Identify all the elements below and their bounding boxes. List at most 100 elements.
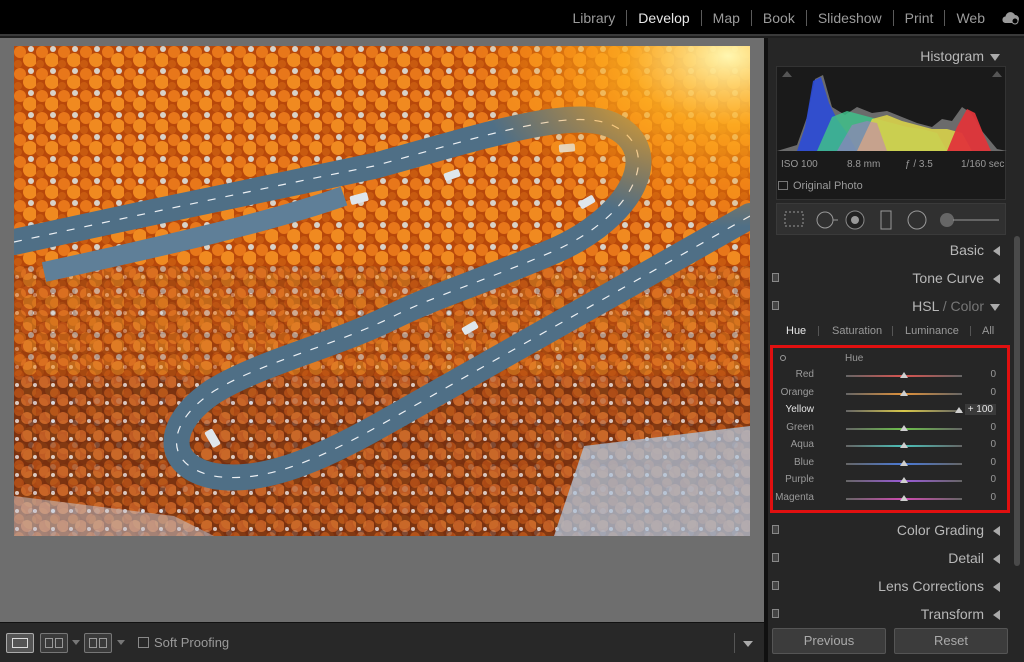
slider-value[interactable]: 0 — [990, 492, 996, 503]
slider-aqua[interactable]: Aqua 0 — [772, 437, 1002, 453]
slider-green[interactable]: Green 0 — [772, 420, 1002, 436]
slider-thumb[interactable] — [900, 494, 908, 501]
slider-label: Aqua — [790, 439, 814, 450]
original-photo-checkbox[interactable] — [778, 181, 788, 190]
slider-value[interactable]: 0 — [990, 387, 996, 398]
transform-panel-header[interactable]: Transform — [768, 600, 1014, 628]
module-map[interactable]: Map — [700, 10, 751, 26]
bottom-toolbar: Soft Proofing — [0, 622, 764, 662]
tab-divider — [892, 326, 893, 336]
tab-hue[interactable]: Hue — [786, 325, 806, 337]
slider-track[interactable] — [846, 442, 962, 448]
slider-track[interactable] — [846, 372, 962, 378]
basic-panel-header[interactable]: Basic — [768, 236, 1014, 264]
graduated-filter-icon[interactable] — [880, 210, 892, 230]
tab-divider — [970, 326, 971, 336]
lens-corrections-label: Lens Corrections — [878, 578, 984, 594]
panel-switch-icon[interactable] — [772, 525, 779, 534]
slider-track[interactable] — [846, 459, 962, 466]
slider-thumb[interactable] — [900, 442, 908, 448]
histogram-graph — [777, 71, 1007, 151]
adjustment-brush-icon[interactable] — [940, 213, 999, 227]
lens-corrections-panel-header[interactable]: Lens Corrections — [768, 572, 1014, 600]
hue-section-title: Hue — [845, 353, 864, 364]
red-eye-icon[interactable] — [845, 210, 865, 230]
expand-icon — [993, 610, 1000, 620]
detail-panel-header[interactable]: Detail — [768, 544, 1014, 572]
panel-scrollbar[interactable] — [1014, 236, 1020, 566]
slider-thumb[interactable] — [900, 477, 908, 483]
slider-orange[interactable]: Orange 0 — [772, 385, 1002, 401]
panel-switch-icon[interactable] — [772, 273, 779, 282]
panel-switch-icon[interactable] — [772, 553, 779, 562]
module-print[interactable]: Print — [892, 10, 945, 26]
slider-label: Green — [786, 421, 814, 433]
module-book[interactable]: Book — [750, 10, 806, 26]
slider-label: Magenta — [775, 491, 814, 503]
slider-blue[interactable]: Blue 0 — [772, 455, 1002, 471]
slider-value[interactable]: 0 — [990, 457, 996, 468]
module-slideshow[interactable]: Slideshow — [805, 10, 893, 26]
slider-track[interactable] — [846, 494, 962, 501]
module-web[interactable]: Web — [944, 10, 996, 26]
slider-value[interactable]: 0 — [990, 439, 996, 450]
slider-value[interactable]: 0 — [990, 422, 996, 433]
before-after-button[interactable] — [40, 633, 68, 653]
module-library[interactable]: Library — [562, 10, 627, 26]
exif-focal-length: 8.8 mm — [847, 159, 881, 170]
slider-track[interactable] — [846, 407, 963, 413]
previous-button[interactable]: Previous — [772, 628, 886, 654]
crop-icon[interactable] — [784, 211, 804, 227]
slider-value[interactable]: 0 — [990, 369, 996, 380]
slider-thumb[interactable] — [900, 424, 908, 431]
toolbar-menu-icon[interactable] — [734, 633, 758, 653]
color-label[interactable]: Color — [951, 298, 984, 314]
radial-filter-icon[interactable] — [907, 210, 927, 230]
slider-track[interactable] — [846, 389, 962, 396]
panel-switch-icon[interactable] — [772, 301, 779, 310]
panel-switch-icon[interactable] — [772, 609, 779, 618]
transform-label: Transform — [920, 606, 984, 622]
slider-track[interactable] — [846, 424, 962, 431]
module-develop[interactable]: Develop — [626, 10, 700, 26]
expand-icon — [993, 582, 1000, 592]
basic-label: Basic — [949, 242, 984, 258]
detail-label: Detail — [948, 550, 984, 566]
slider-label: Orange — [780, 386, 814, 398]
exif-aperture: ƒ / 3.5 — [905, 159, 933, 170]
exif-iso: ISO 100 — [781, 159, 818, 170]
chevron-down-icon[interactable] — [117, 640, 125, 645]
loupe-view-button[interactable] — [6, 633, 34, 653]
soft-proofing-checkbox[interactable] — [138, 637, 149, 648]
tab-saturation[interactable]: Saturation — [832, 325, 882, 337]
targeted-adjustment-icon[interactable] — [780, 355, 786, 361]
slider-track[interactable] — [846, 477, 962, 483]
cloud-sync-icon[interactable] — [1000, 10, 1020, 26]
tone-curve-panel-header[interactable]: Tone Curve — [768, 264, 1014, 292]
slider-value[interactable]: + 100 — [964, 404, 996, 415]
tab-all[interactable]: All — [982, 325, 994, 337]
collapse-icon — [990, 54, 1000, 61]
slider-purple[interactable]: Purple 0 — [772, 472, 1002, 488]
slider-magenta[interactable]: Magenta 0 — [772, 490, 1002, 506]
panel-switch-icon[interactable] — [772, 581, 779, 590]
color-grading-label: Color Grading — [896, 522, 984, 538]
healing-icon[interactable] — [816, 211, 838, 229]
slider-thumb[interactable] — [954, 407, 963, 413]
reset-button[interactable]: Reset — [894, 628, 1008, 654]
original-photo-label: Original Photo — [793, 180, 863, 192]
before-after-toggle-button[interactable] — [84, 633, 112, 653]
tab-divider — [818, 326, 819, 336]
main-photo[interactable] — [14, 46, 750, 536]
slider-thumb[interactable] — [900, 372, 908, 378]
tab-luminance[interactable]: Luminance — [905, 325, 959, 337]
slider-yellow[interactable]: Yellow + 100 — [772, 402, 1002, 418]
slider-red[interactable]: Red 0 — [772, 367, 1002, 383]
slider-thumb[interactable] — [900, 389, 908, 396]
slider-thumb[interactable] — [900, 459, 908, 466]
hsl-panel-header[interactable]: HSL / Color — [768, 292, 1014, 320]
hsl-label[interactable]: HSL — [912, 298, 939, 314]
color-grading-panel-header[interactable]: Color Grading — [768, 516, 1014, 544]
slider-value[interactable]: 0 — [990, 474, 996, 485]
chevron-down-icon[interactable] — [72, 640, 80, 645]
